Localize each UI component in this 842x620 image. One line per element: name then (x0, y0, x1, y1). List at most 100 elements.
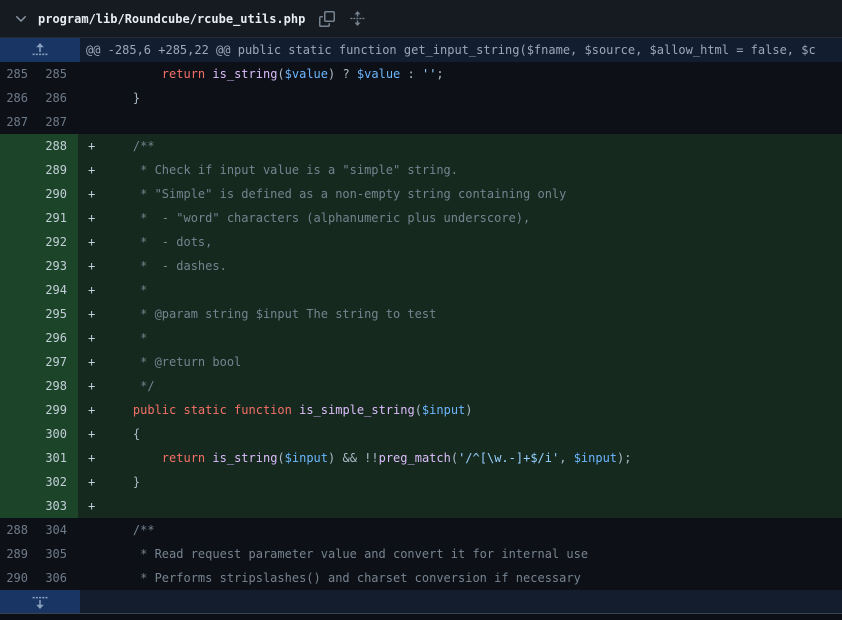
diff-row: 288304 /** (0, 518, 842, 542)
diff-rows: 285285 return is_string($value) ? $value… (0, 62, 842, 590)
new-line-number[interactable]: 293 (39, 254, 78, 278)
old-line-number[interactable] (0, 182, 39, 206)
code-line: * - dashes. (104, 254, 842, 278)
new-line-number[interactable]: 290 (39, 182, 78, 206)
new-line-number[interactable]: 297 (39, 350, 78, 374)
diff-marker: + (78, 206, 104, 230)
old-line-number[interactable] (0, 278, 39, 302)
old-line-number[interactable] (0, 326, 39, 350)
old-line-number[interactable] (0, 302, 39, 326)
fold-up-icon (32, 42, 48, 58)
diff-row: 296+ * (0, 326, 842, 350)
code-line: /** (104, 134, 842, 158)
new-line-number[interactable]: 288 (39, 134, 78, 158)
diff-marker: + (78, 350, 104, 374)
diff-marker (78, 566, 104, 590)
diff-marker (78, 542, 104, 566)
code-line: return is_string($input) && !!preg_match… (104, 446, 842, 470)
code-line (104, 494, 842, 518)
new-line-number[interactable]: 299 (39, 398, 78, 422)
new-line-number[interactable]: 301 (39, 446, 78, 470)
diff-body: @@ -285,6 +285,22 @@ public static funct… (0, 38, 842, 614)
old-line-number[interactable] (0, 422, 39, 446)
old-line-number[interactable] (0, 134, 39, 158)
code-line: * - "word" characters (alphanumeric plus… (104, 206, 842, 230)
new-line-number[interactable]: 304 (39, 518, 78, 542)
diff-row: 299+ public static function is_simple_st… (0, 398, 842, 422)
old-line-number[interactable] (0, 374, 39, 398)
new-line-number[interactable]: 285 (39, 62, 78, 86)
old-line-number[interactable] (0, 254, 39, 278)
code-line: * (104, 326, 842, 350)
code-line: * (104, 278, 842, 302)
code-line: { (104, 422, 842, 446)
diff-marker: + (78, 278, 104, 302)
old-line-number[interactable] (0, 206, 39, 230)
diff-row: 300+ { (0, 422, 842, 446)
expand-bottom-row (0, 590, 842, 614)
old-line-number[interactable]: 286 (0, 86, 39, 110)
new-line-number[interactable]: 289 (39, 158, 78, 182)
diff-row: 303+ (0, 494, 842, 518)
old-line-number[interactable]: 287 (0, 110, 39, 134)
new-line-number[interactable]: 306 (39, 566, 78, 590)
old-line-number[interactable] (0, 398, 39, 422)
old-line-number[interactable]: 288 (0, 518, 39, 542)
new-line-number[interactable]: 295 (39, 302, 78, 326)
new-line-number[interactable]: 287 (39, 110, 78, 134)
old-line-number[interactable] (0, 350, 39, 374)
old-line-number[interactable]: 290 (0, 566, 39, 590)
diff-marker: + (78, 374, 104, 398)
new-line-number[interactable]: 296 (39, 326, 78, 350)
old-line-number[interactable] (0, 494, 39, 518)
diff-row: 292+ * - dots, (0, 230, 842, 254)
code-line: * Read request parameter value and conve… (104, 542, 842, 566)
unfold-icon[interactable] (349, 11, 365, 27)
expand-up-button[interactable] (0, 38, 80, 62)
expand-down-button[interactable] (0, 590, 80, 613)
code-line: return is_string($value) ? $value : ''; (104, 62, 842, 86)
new-line-number[interactable]: 291 (39, 206, 78, 230)
diff-row: 288+ /** (0, 134, 842, 158)
old-line-number[interactable]: 289 (0, 542, 39, 566)
new-line-number[interactable]: 286 (39, 86, 78, 110)
diff-row: 291+ * - "word" characters (alphanumeric… (0, 206, 842, 230)
hunk-header-row: @@ -285,6 +285,22 @@ public static funct… (0, 38, 842, 62)
new-line-number[interactable]: 300 (39, 422, 78, 446)
code-line (104, 110, 842, 134)
diff-row: 290+ * "Simple" is defined as a non-empt… (0, 182, 842, 206)
diff-marker: + (78, 254, 104, 278)
old-line-number[interactable] (0, 446, 39, 470)
diff-marker (78, 518, 104, 542)
diff-row: 293+ * - dashes. (0, 254, 842, 278)
new-line-number[interactable]: 292 (39, 230, 78, 254)
new-line-number[interactable]: 302 (39, 470, 78, 494)
new-line-number[interactable]: 294 (39, 278, 78, 302)
diff-row: 285285 return is_string($value) ? $value… (0, 62, 842, 86)
diff-marker: + (78, 422, 104, 446)
old-line-number[interactable] (0, 158, 39, 182)
diff-marker: + (78, 446, 104, 470)
new-line-number[interactable]: 303 (39, 494, 78, 518)
old-line-number[interactable] (0, 470, 39, 494)
code-line: * "Simple" is defined as a non-empty str… (104, 182, 842, 206)
code-line: * Performs stripslashes() and charset co… (104, 566, 842, 590)
copy-icon[interactable] (319, 11, 335, 27)
file-header: program/lib/Roundcube/rcube_utils.php (0, 0, 842, 38)
diff-marker: + (78, 134, 104, 158)
diff-row: 286286 } (0, 86, 842, 110)
new-line-number[interactable]: 305 (39, 542, 78, 566)
old-line-number[interactable] (0, 230, 39, 254)
new-line-number[interactable]: 298 (39, 374, 78, 398)
diff-row: 290306 * Performs stripslashes() and cha… (0, 566, 842, 590)
chevron-down-icon[interactable] (10, 8, 32, 30)
old-line-number[interactable]: 285 (0, 62, 39, 86)
expand-bottom-filler (80, 590, 842, 613)
diff-marker: + (78, 158, 104, 182)
diff-row: 298+ */ (0, 374, 842, 398)
diff-row: 294+ * (0, 278, 842, 302)
diff-marker: + (78, 326, 104, 350)
diff-row: 302+ } (0, 470, 842, 494)
diff-marker: + (78, 182, 104, 206)
diff-marker: + (78, 470, 104, 494)
